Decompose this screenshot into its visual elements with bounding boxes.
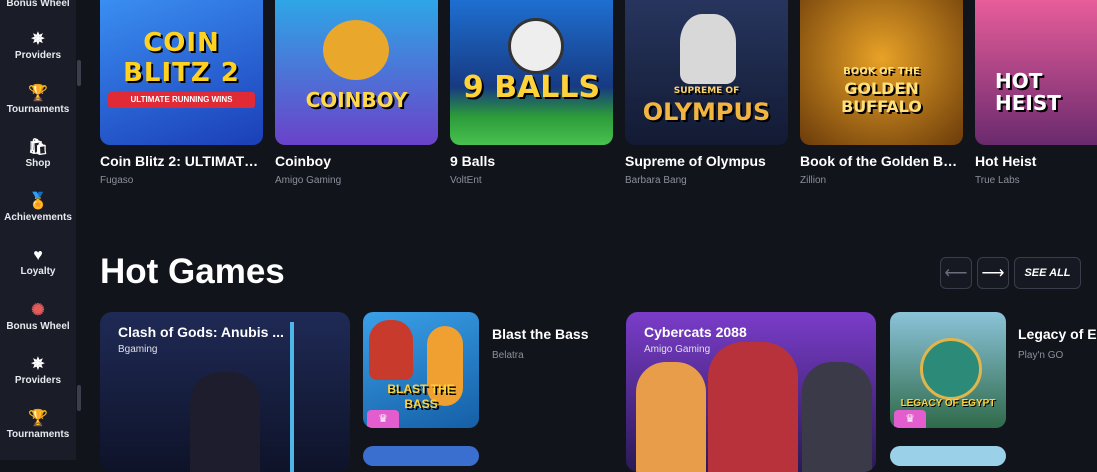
game-provider: Barbara Bang [625,175,687,186]
crown-badge: ♛ [367,410,399,428]
game-art-subtext: BOOK OF THE [843,66,920,77]
game-thumbnail[interactable]: LEGACY OF EGYPT ♛ [890,312,1006,428]
game-title[interactable]: Legacy of Egypt [1018,326,1097,342]
game-thumbnail[interactable]: COIN BLITZ 2 ULTIMATE RUNNING WINS [100,0,263,145]
trophy-icon: 🏆 [28,410,48,427]
shop-bag-icon: 🛍 [27,139,49,156]
sidebar-item-label: Tournaments [6,104,70,115]
game-title[interactable]: Cybercats 2088 [644,324,747,340]
medal-icon: 🏅 [28,193,48,210]
soccer-ball-art [508,18,564,74]
arrow-right-icon: ⟶ [981,265,1005,282]
providers-icon: ✵ [31,356,45,373]
game-art-text: OLYMPUS [642,98,771,126]
game-art-text: GOLDEN BUFFALO [841,79,922,116]
sidebar-item-shop[interactable]: 🛍 Shop [0,138,76,169]
sidebar-item-label: Providers [14,50,62,60]
game-art-text: 9 BALLS [462,70,601,105]
game-art-subtext: ULTIMATE RUNNING WINS [108,92,255,108]
game-thumbnail[interactable]: SUPREME OF OLYMPUS [625,0,788,145]
anubis-art [190,372,260,472]
prev-button[interactable]: ⟵ [940,257,972,289]
game-provider: VoltEnt [450,175,482,186]
scarab-art [920,338,982,400]
game-title[interactable]: Clash of Gods: Anubis ... [118,324,284,340]
section-title: Hot Games [100,252,285,291]
game-title[interactable]: 9 Balls [450,153,613,169]
game-provider: Play'n GO [1018,350,1064,361]
crown-icon: ♛ [905,413,915,425]
crown-icon: ♛ [378,413,388,425]
game-thumbnail[interactable] [363,446,479,466]
game-provider: Bgaming [118,344,158,355]
game-provider: Amigo Gaming [275,175,342,186]
game-art-text: BLAST THE BASS [387,382,455,411]
game-provider: Belatra [492,350,524,361]
game-provider: True Labs [975,175,1020,186]
game-card[interactable]: HOT HEIST Hot Heist True Labs [975,0,1097,186]
sidebar-item-achievements[interactable]: 🏅 Achievements [0,192,76,223]
crown-badge: ♛ [894,410,926,428]
game-thumbnail[interactable]: BOOK OF THE GOLDEN BUFFALO [800,0,963,145]
game-art-text: LEGACY OF EGYPT [900,398,996,409]
cat-art [636,362,706,472]
sidebar-item-label: Tournaments [6,429,70,440]
sidebar-item-loyalty[interactable]: ♥ Loyalty [0,246,76,277]
game-card-featured[interactable]: Cybercats 2088 Amigo Gaming [626,312,876,472]
game-art-text: HOT HEIST [995,69,1061,115]
zeus-art [680,14,736,84]
game-card[interactable]: COIN BLITZ 2 ULTIMATE RUNNING WINS Coin … [100,0,263,186]
game-provider: Zillion [800,175,827,186]
sidebar-item-tournaments[interactable]: 🏆 Tournaments [0,409,76,440]
trophy-icon: 🏆 [28,85,48,102]
game-card[interactable]: BOOK OF THE GOLDEN BUFFALO Book of the G… [800,0,963,186]
staff-art [290,322,294,472]
cat-art [802,362,872,472]
arrow-left-icon: ⟵ [944,265,968,282]
sidebar-scrollbar[interactable] [77,60,81,86]
providers-icon: ✵ [31,31,45,48]
game-thumbnail[interactable]: BLAST THE BASS ♛ [363,312,479,428]
sidebar-scrollbar[interactable] [77,385,81,411]
next-button[interactable]: ⟶ [977,257,1009,289]
game-card[interactable]: SUPREME OF OLYMPUS Supreme of Olympus Ba… [625,0,788,186]
game-thumbnail[interactable]: HOT HEIST [975,0,1097,145]
game-thumbnail[interactable] [890,446,1006,466]
sidebar-item-tournaments[interactable]: 🏆 Tournaments [0,84,76,115]
character-art [323,20,389,80]
game-title[interactable]: Blast the Bass [492,326,588,342]
game-title[interactable]: Coin Blitz 2: ULTIMATE RUNNING WINS [100,153,263,169]
game-title[interactable]: Coinboy [275,153,438,169]
cat-art [708,342,798,472]
sidebar: Bonus Wheel ✵ Providers 🏆 Tournaments 🛍 … [0,0,76,460]
game-provider: Fugaso [100,175,134,186]
sidebar-item-bonus-wheel[interactable]: ✺ Bonus Wheel [0,301,76,332]
game-thumbnail[interactable]: COINBOY [275,0,438,145]
sidebar-item-label: Providers [14,375,62,385]
game-art-text: COIN BLITZ 2 [123,28,240,88]
sidebar-item-label: Bonus Wheel [6,321,70,332]
game-card[interactable]: 9 BALLS 9 Balls VoltEnt [450,0,613,186]
game-title[interactable]: Hot Heist [975,153,1097,169]
game-title[interactable]: Supreme of Olympus [625,153,788,169]
sidebar-item-label: Achievements [4,212,72,223]
game-art-text: COINBOY [305,88,408,112]
game-provider: Amigo Gaming [644,344,711,355]
sidebar-item-label: Bonus Wheel [6,0,70,9]
sidebar-item-label: Shop [25,158,51,169]
sidebar-item-providers[interactable]: ✵ Providers [0,30,76,60]
heart-shield-icon: ♥ [33,247,43,264]
sidebar-item-providers[interactable]: ✵ Providers [0,355,76,385]
sidebar-item-label: Loyalty [20,266,56,277]
wheel-icon: ✺ [31,302,45,319]
game-thumbnail[interactable]: 9 BALLS [450,0,613,145]
game-title[interactable]: Book of the Golden Buffalo [800,153,963,169]
game-card[interactable]: COINBOY Coinboy Amigo Gaming [275,0,438,186]
fisherman-art [369,320,413,380]
see-all-button[interactable]: SEE ALL [1014,257,1081,289]
game-card-featured[interactable]: Clash of Gods: Anubis ... Bgaming [100,312,350,472]
sidebar-item-bonus-wheel[interactable]: Bonus Wheel [0,0,76,9]
game-art-subtext: SUPREME OF [673,86,740,96]
